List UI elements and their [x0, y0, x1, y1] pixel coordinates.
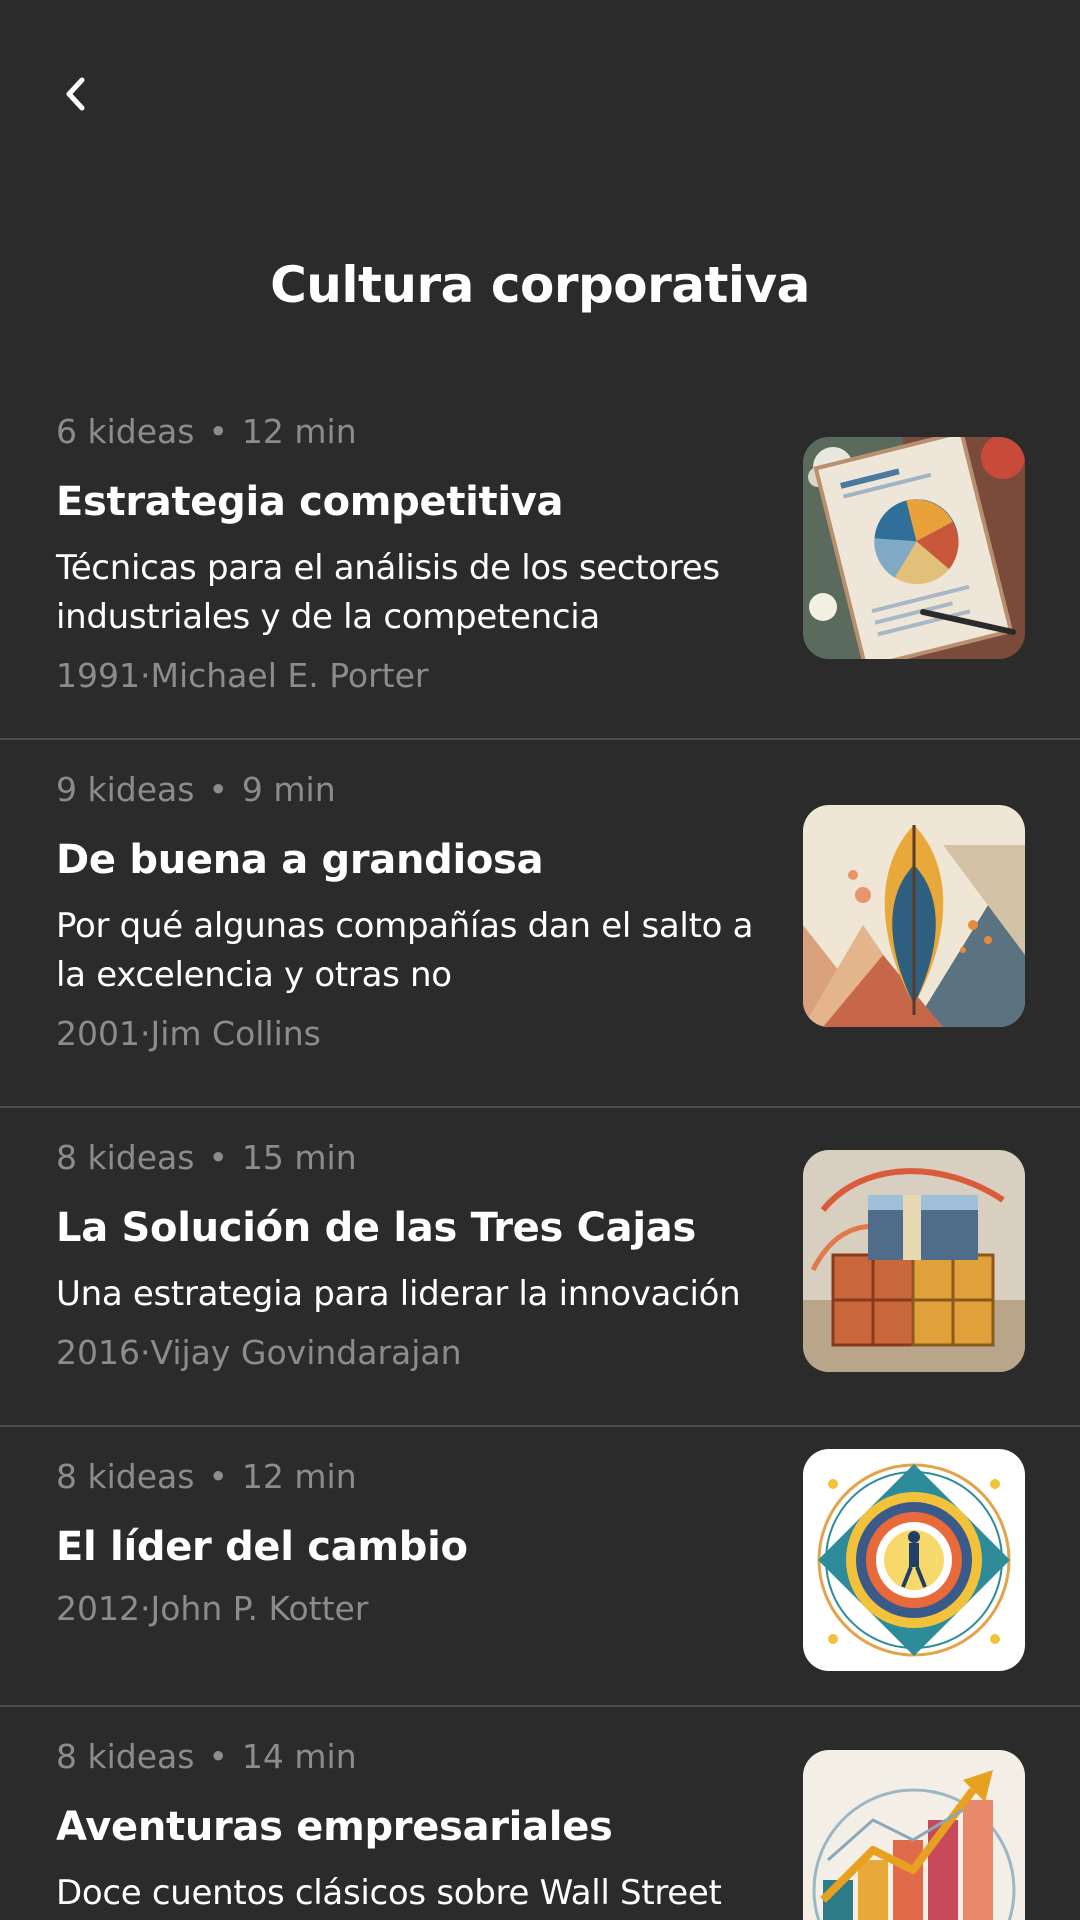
duration: 9 min [241, 770, 336, 809]
book-item[interactable]: 8 kideas • 15 min La Solución de las Tres … [0, 1108, 1080, 1427]
book-text: 8 kideas • 15 min La Solución de las Tres … [56, 1136, 766, 1375]
book-cover-pie-chart-document[interactable] [803, 437, 1025, 659]
book-byline: 2012·John P. Kotter [56, 1587, 766, 1631]
book-item[interactable]: 9 kideas • 9 min De buena a grandiosa Por … [0, 740, 1080, 1108]
book-year: 2012 [56, 1589, 140, 1628]
separator-dot: · [139, 656, 151, 695]
book-meta: 8 kideas • 15 min [56, 1136, 766, 1180]
separator-dot: • [208, 412, 228, 451]
separator-dot: · [139, 1014, 151, 1053]
book-year: 1991 [56, 656, 140, 695]
book-text: 8 kideas • 12 min El líder del cambio 2012… [56, 1455, 766, 1631]
separator-dot: · [139, 1333, 151, 1372]
book-cover-rising-arrow[interactable] [803, 1750, 1025, 1920]
back-button[interactable] [56, 70, 96, 118]
book-subtitle: Doce cuentos clásicos sobre Wall Street [56, 1873, 722, 1913]
book-subtitle: Por qué algunas compañías dan el salto a… [56, 906, 754, 995]
duration: 15 min [241, 1138, 357, 1177]
page-title: Cultura corporativa [270, 256, 810, 314]
book-meta: 9 kideas • 9 min [56, 768, 766, 812]
book-text: 6 kideas • 12 min Estrategia competitiva T… [56, 410, 766, 698]
book-text: 9 kideas • 9 min De buena a grandiosa Por … [56, 768, 766, 1056]
separator-dot: • [208, 770, 228, 809]
book-title: De buena a grandiosa [56, 837, 544, 883]
book-text: 8 kideas • 14 min Aventuras empresariales … [56, 1735, 766, 1918]
book-title: El líder del cambio [56, 1524, 468, 1570]
book-year: 2001 [56, 1014, 140, 1053]
book-title: La Solución de las Tres Cajas [56, 1205, 696, 1251]
ideas-count: 9 kideas [56, 770, 195, 809]
ideas-count: 8 kideas [56, 1138, 195, 1177]
book-cover-three-boxes[interactable] [803, 1150, 1025, 1372]
book-byline: 2001·Jim Collins [56, 1012, 766, 1056]
book-author: John P. Kotter [150, 1589, 369, 1628]
book-year: 2016 [56, 1333, 140, 1372]
book-title: Estrategia competitiva [56, 479, 564, 525]
separator-dot: · [139, 1589, 151, 1628]
screen: Cultura corporativa 6 kideas • 12 min Estr… [0, 0, 1080, 1920]
ideas-count: 8 kideas [56, 1457, 195, 1496]
book-meta: 8 kideas • 14 min [56, 1735, 766, 1779]
book-item[interactable]: 8 kideas • 12 min El líder del cambio 2012… [0, 1427, 1080, 1707]
book-cover-abstract-leaf[interactable] [803, 805, 1025, 1027]
chevron-left-icon [66, 77, 85, 111]
ideas-count: 6 kideas [56, 412, 195, 451]
ideas-count: 8 kideas [56, 1737, 195, 1776]
book-subtitle: Una estrategia para liderar la innovació… [56, 1274, 741, 1314]
book-item[interactable]: 8 kideas • 14 min Aventuras empresariales … [0, 1707, 1080, 1920]
book-title: Aventuras empresariales [56, 1804, 613, 1850]
book-list: 6 kideas • 12 min Estrategia competitiva T… [0, 382, 1080, 1920]
book-subtitle: Técnicas para el análisis de los sectore… [56, 548, 720, 637]
duration: 14 min [241, 1737, 357, 1776]
book-byline: 1991·Michael E. Porter [56, 654, 766, 698]
separator-dot: • [208, 1737, 228, 1776]
duration: 12 min [241, 412, 357, 451]
book-meta: 8 kideas • 12 min [56, 1455, 766, 1499]
book-author: Vijay Govindarajan [150, 1333, 462, 1372]
separator-dot: • [208, 1138, 228, 1177]
book-meta: 6 kideas • 12 min [56, 410, 766, 454]
book-item[interactable]: 6 kideas • 12 min Estrategia competitiva T… [0, 382, 1080, 740]
book-author: Jim Collins [150, 1014, 321, 1053]
duration: 12 min [241, 1457, 357, 1496]
separator-dot: • [208, 1457, 228, 1496]
book-author: Michael E. Porter [150, 656, 429, 695]
book-byline: 2016·Vijay Govindarajan [56, 1331, 766, 1375]
book-cover-mandala[interactable] [803, 1449, 1025, 1671]
